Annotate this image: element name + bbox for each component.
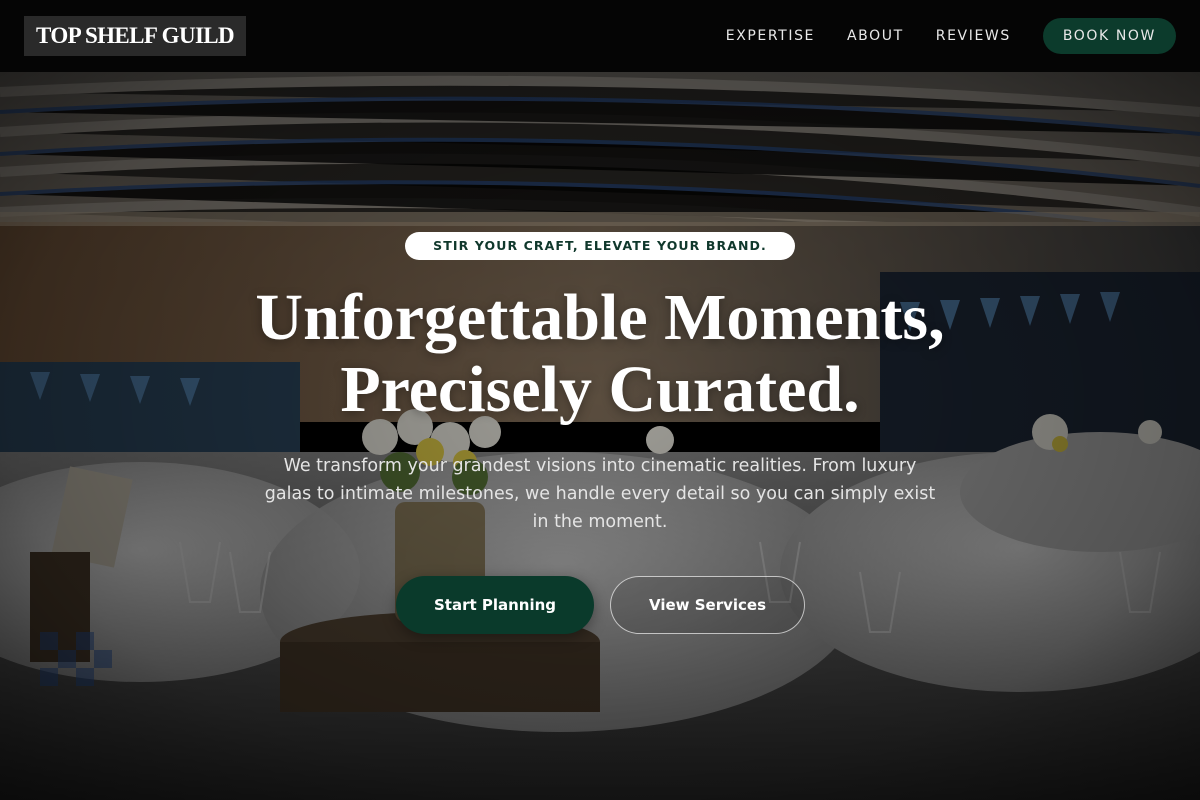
view-services-button[interactable]: View Services: [610, 576, 805, 634]
hero-headline-line-2: Precisely Curated.: [340, 353, 860, 426]
hero-content: STIR YOUR CRAFT, ELEVATE YOUR BRAND. Unf…: [0, 72, 1200, 800]
site-logo[interactable]: TOP SHELF GUILD: [24, 16, 247, 56]
hero-section: STIR YOUR CRAFT, ELEVATE YOUR BRAND. Unf…: [0, 72, 1200, 800]
top-nav: TOP SHELF GUILD EXPERTISE ABOUT REVIEWS …: [0, 0, 1200, 72]
nav-link-expertise[interactable]: EXPERTISE: [726, 28, 815, 44]
nav-links: EXPERTISE ABOUT REVIEWS BOOK NOW: [726, 0, 1176, 72]
hero-headline-line-1: Unforgettable Moments,: [255, 281, 945, 354]
hero-headline: Unforgettable Moments, Precisely Curated…: [100, 282, 1100, 426]
nav-link-about[interactable]: ABOUT: [847, 28, 904, 44]
hero-tagline-badge: STIR YOUR CRAFT, ELEVATE YOUR BRAND.: [405, 232, 795, 260]
start-planning-button[interactable]: Start Planning: [396, 576, 594, 634]
nav-link-reviews[interactable]: REVIEWS: [936, 28, 1011, 44]
hero-subheadline: We transform your grandest visions into …: [264, 456, 936, 532]
book-now-button[interactable]: BOOK NOW: [1042, 18, 1176, 54]
